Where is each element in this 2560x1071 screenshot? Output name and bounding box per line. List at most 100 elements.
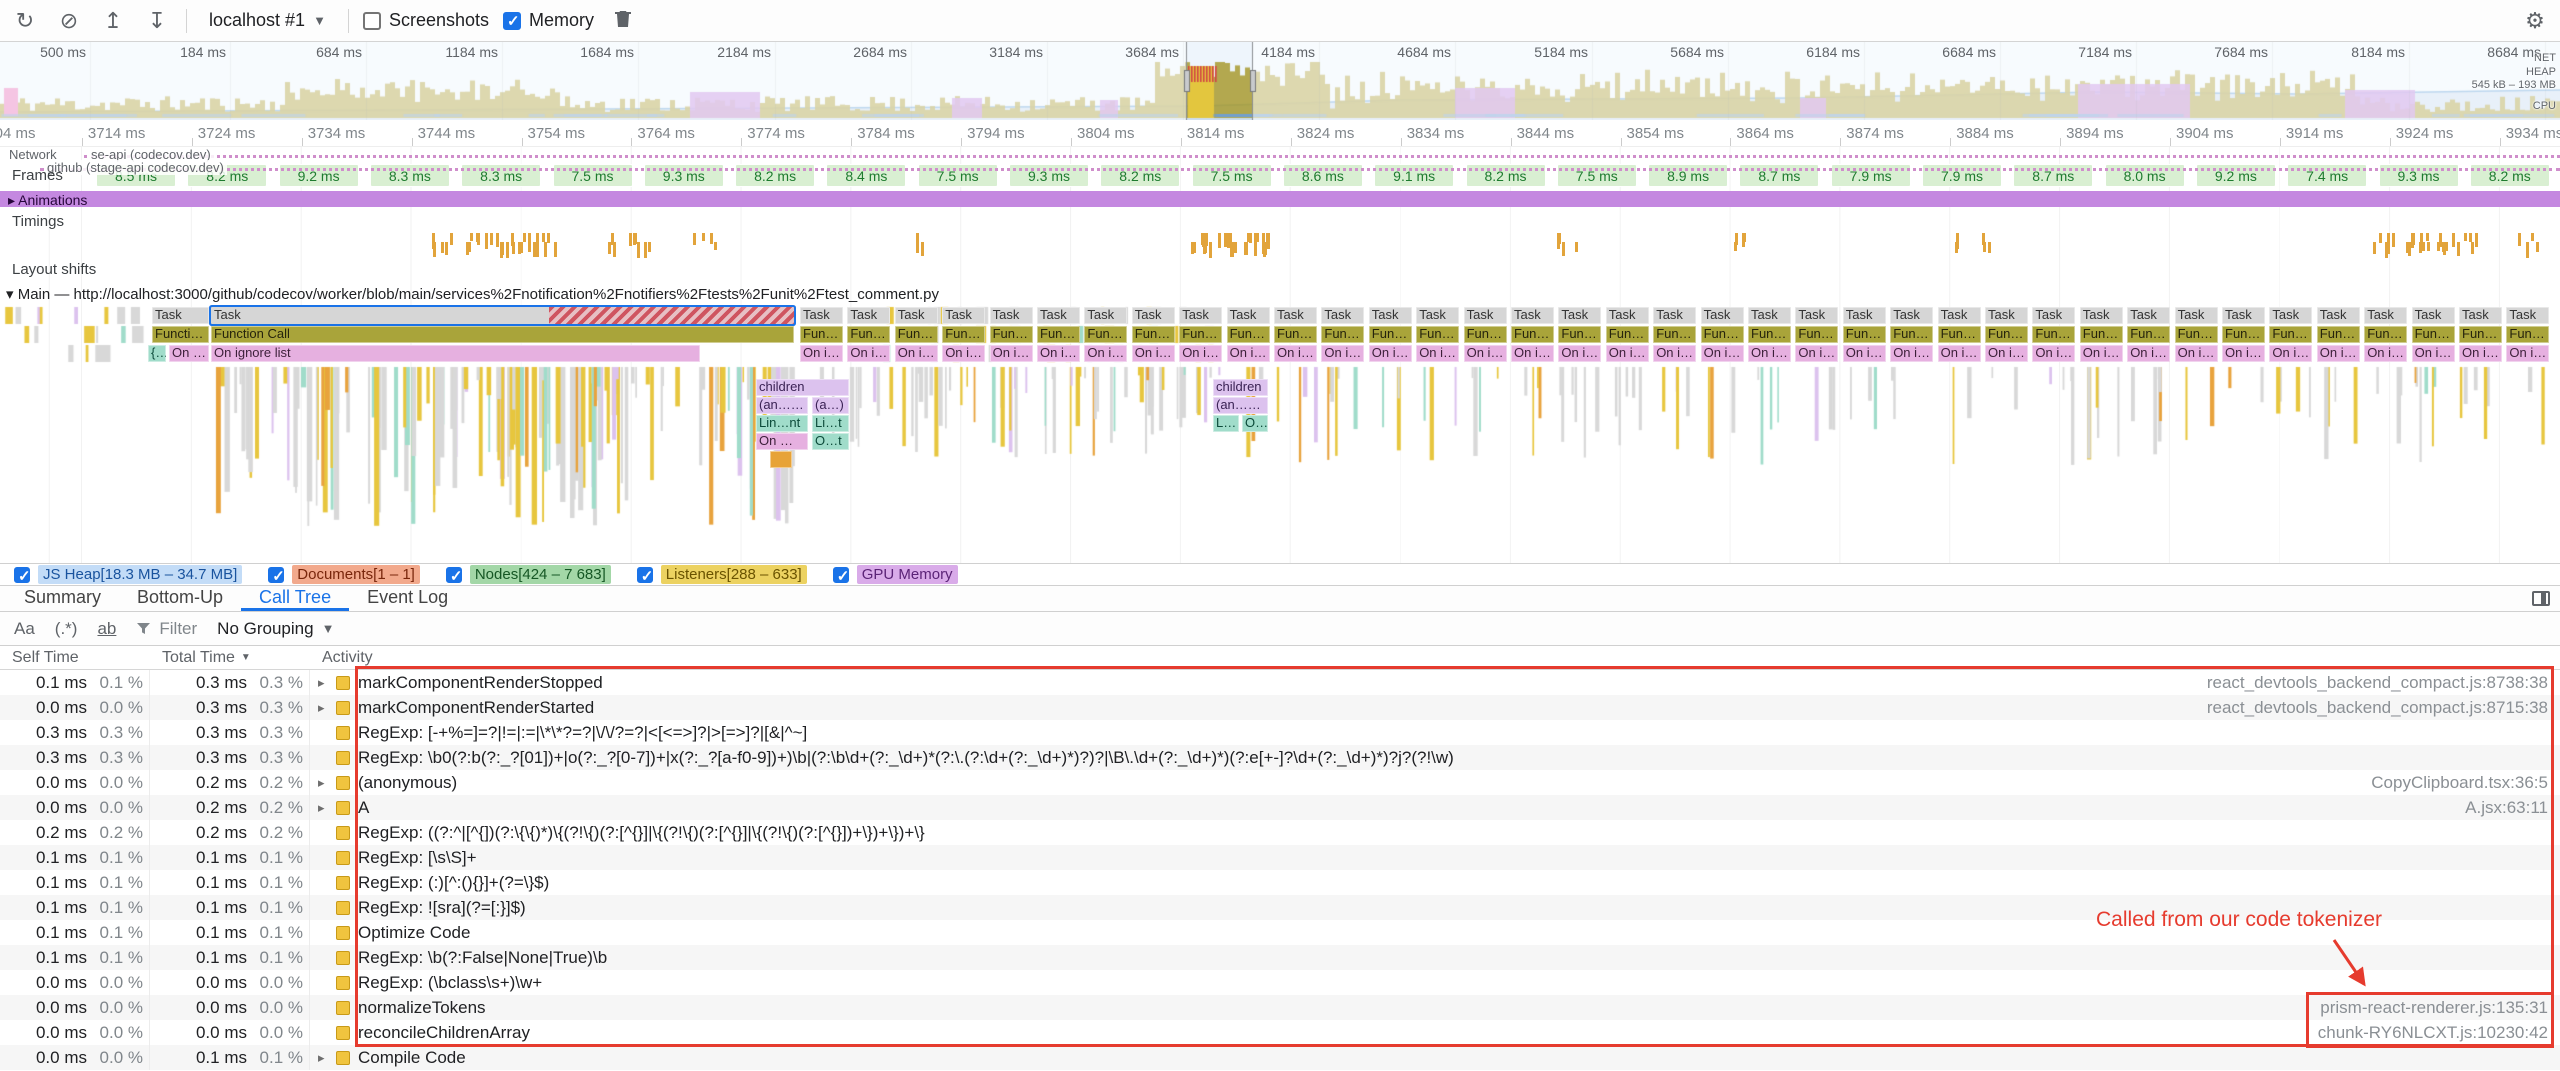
function-call-bar[interactable]: Function Call bbox=[1416, 326, 1459, 343]
timing-marker[interactable] bbox=[637, 242, 640, 258]
expand-arrow-icon[interactable]: ▸ bbox=[318, 675, 336, 691]
timing-marker[interactable] bbox=[1734, 242, 1737, 251]
ignore-list-bar[interactable]: On ignore list bbox=[1132, 345, 1175, 362]
main-thread-flame-chart[interactable]: TaskTaskFunction CallFunction Call{…On i… bbox=[0, 305, 2560, 563]
animations-track-label[interactable]: ▸ Animations bbox=[8, 192, 87, 209]
timing-marker[interactable] bbox=[1224, 233, 1227, 247]
timing-marker[interactable] bbox=[536, 233, 539, 242]
timeline-overview[interactable]: 500 ms184 ms684 ms1184 ms1684 ms2184 ms2… bbox=[0, 42, 2560, 120]
call-tree-row[interactable]: 0.0 ms0.0 %0.3 ms0.3 %▸markComponentRend… bbox=[0, 695, 2560, 720]
timing-marker[interactable] bbox=[2426, 233, 2429, 241]
timing-marker[interactable] bbox=[2437, 242, 2440, 251]
task-bar[interactable]: Task bbox=[2127, 307, 2170, 324]
timing-marker[interactable] bbox=[710, 233, 713, 244]
function-call-bar[interactable]: Function Call bbox=[1558, 326, 1601, 343]
ignore-list-bar[interactable]: On ignore list bbox=[2080, 345, 2123, 362]
task-bar[interactable]: Task bbox=[1511, 307, 1554, 324]
timing-marker[interactable] bbox=[2427, 242, 2430, 251]
timing-marker[interactable] bbox=[466, 242, 469, 255]
function-call-bar[interactable]: Function Call bbox=[2032, 326, 2075, 343]
task-bar[interactable]: Task bbox=[942, 307, 985, 324]
timing-marker[interactable] bbox=[476, 233, 479, 242]
timing-marker[interactable] bbox=[445, 242, 448, 255]
flame-bar[interactable]: Li…t bbox=[1213, 415, 1239, 432]
timing-marker[interactable] bbox=[2452, 233, 2455, 247]
call-tree-row[interactable]: 0.3 ms0.3 %0.3 ms0.3 %RegExp: [-+%=]=?|!… bbox=[0, 720, 2560, 745]
memory-counter-checkbox[interactable]: Listeners[288 – 633] bbox=[637, 565, 807, 584]
overview-cpu-chart[interactable] bbox=[0, 42, 2560, 120]
task-bar[interactable]: Task bbox=[1132, 307, 1175, 324]
ignore-list-bar[interactable]: On ignore list bbox=[1701, 345, 1744, 362]
match-case-button[interactable]: Aa bbox=[14, 619, 35, 639]
ignore-list-bar[interactable]: On ignore list bbox=[2127, 345, 2170, 362]
function-call-bar[interactable]: Function Call bbox=[1321, 326, 1364, 343]
call-tree-row[interactable]: 0.0 ms0.0 %0.2 ms0.2 %▸(anonymous)CopyCl… bbox=[0, 770, 2560, 795]
total-time-column-header[interactable]: Total Time ▼ bbox=[150, 649, 310, 667]
task-bar[interactable]: Task bbox=[2222, 307, 2265, 324]
timing-marker[interactable] bbox=[511, 233, 514, 246]
task-bar[interactable]: Task bbox=[1037, 307, 1080, 324]
task-bar[interactable]: Task bbox=[1321, 307, 1364, 324]
task-bar[interactable]: Task bbox=[1274, 307, 1317, 324]
ignore-list-bar[interactable]: On ignore list bbox=[2364, 345, 2407, 362]
call-tree-row[interactable]: 0.0 ms0.0 %0.0 ms0.0 %normalizeTokenspri… bbox=[0, 995, 2560, 1020]
save-profile-icon[interactable]: ↧ bbox=[142, 8, 172, 34]
timing-marker[interactable] bbox=[1230, 242, 1233, 257]
memory-counter-checkbox[interactable]: GPU Memory bbox=[833, 565, 958, 584]
memory-counter-checkbox[interactable]: JS Heap[18.3 MB – 34.7 MB] bbox=[14, 565, 242, 584]
timing-marker[interactable] bbox=[2531, 233, 2534, 241]
timing-marker[interactable] bbox=[450, 233, 453, 245]
function-call-bar[interactable]: Function Call bbox=[2412, 326, 2455, 343]
timing-marker[interactable] bbox=[1234, 242, 1237, 253]
call-tree-row[interactable]: 0.1 ms0.1 %0.1 ms0.1 %Optimize Code bbox=[0, 920, 2560, 945]
function-call-bar[interactable]: Function Call bbox=[1843, 326, 1886, 343]
show-panel-icon[interactable] bbox=[2532, 591, 2550, 606]
function-call-bar[interactable]: Function Call bbox=[942, 326, 985, 343]
ignore-list-bar[interactable]: On ignore list bbox=[2459, 345, 2502, 362]
task-bar[interactable]: Task bbox=[1369, 307, 1412, 324]
timing-marker[interactable] bbox=[702, 233, 705, 241]
ignore-list-bar[interactable]: On ignore list bbox=[942, 345, 985, 362]
timing-marker[interactable] bbox=[1247, 233, 1250, 242]
task-bar[interactable]: Task bbox=[1843, 307, 1886, 324]
timing-marker[interactable] bbox=[2469, 233, 2472, 242]
timing-marker[interactable] bbox=[2442, 242, 2445, 252]
task-bar[interactable]: Task bbox=[2459, 307, 2502, 324]
timing-marker[interactable] bbox=[2526, 242, 2529, 258]
garbage-collect-icon[interactable] bbox=[608, 8, 638, 34]
timing-marker[interactable] bbox=[496, 233, 499, 247]
memory-counter-checkbox[interactable]: Nodes[424 – 7 683] bbox=[446, 565, 611, 584]
flame-bar[interactable]: O…t bbox=[812, 433, 849, 450]
function-call-bar[interactable]: Function Call bbox=[1890, 326, 1933, 343]
ignore-list-bar[interactable]: On ignore list bbox=[1890, 345, 1933, 362]
ignore-list-bar[interactable]: On ignore list bbox=[2269, 345, 2312, 362]
children-bar[interactable]: children bbox=[756, 379, 849, 396]
ignore-list-bar[interactable]: On ignore list bbox=[1558, 345, 1601, 362]
frames-track-label[interactable]: Frames bbox=[12, 167, 63, 184]
timing-marker[interactable] bbox=[528, 233, 531, 248]
ignore-list-bar[interactable]: On ignore list bbox=[847, 345, 890, 362]
grouping-select[interactable]: No Grouping ▼ bbox=[217, 619, 334, 639]
call-tree-row[interactable]: 0.1 ms0.1 %0.1 ms0.1 %RegExp: ![sra](?=[… bbox=[0, 895, 2560, 920]
flame-bar[interactable]: {… bbox=[148, 345, 166, 362]
task-bar[interactable]: Task bbox=[2080, 307, 2123, 324]
timing-marker[interactable] bbox=[1743, 233, 1746, 242]
function-call-bar[interactable]: Function Call bbox=[2459, 326, 2502, 343]
anonymous-bar[interactable]: (an…us) bbox=[1213, 397, 1268, 414]
ignore-list-bar[interactable]: On ignore list bbox=[1606, 345, 1649, 362]
function-call-bar[interactable]: Function Call bbox=[1795, 326, 1838, 343]
timing-marker[interactable] bbox=[2471, 242, 2474, 254]
timing-marker[interactable] bbox=[648, 242, 651, 252]
timing-marker[interactable] bbox=[1558, 233, 1561, 244]
function-call-bar[interactable]: Function Call bbox=[1985, 326, 2028, 343]
task-bar[interactable]: Task bbox=[1890, 307, 1933, 324]
timing-marker[interactable] bbox=[1204, 242, 1207, 253]
task-bar[interactable]: Task bbox=[1464, 307, 1507, 324]
ignore-list-bar[interactable]: On ignore list bbox=[1179, 345, 1222, 362]
function-call-bar[interactable]: Function Call bbox=[2506, 326, 2549, 343]
record-reload-icon[interactable]: ↻ bbox=[10, 8, 40, 34]
function-call-bar[interactable]: Function Call bbox=[990, 326, 1033, 343]
flame-bar[interactable]: Lin…nt bbox=[756, 415, 808, 432]
filter-input[interactable]: Filter bbox=[136, 619, 197, 639]
task-bar[interactable]: Task bbox=[1416, 307, 1459, 324]
